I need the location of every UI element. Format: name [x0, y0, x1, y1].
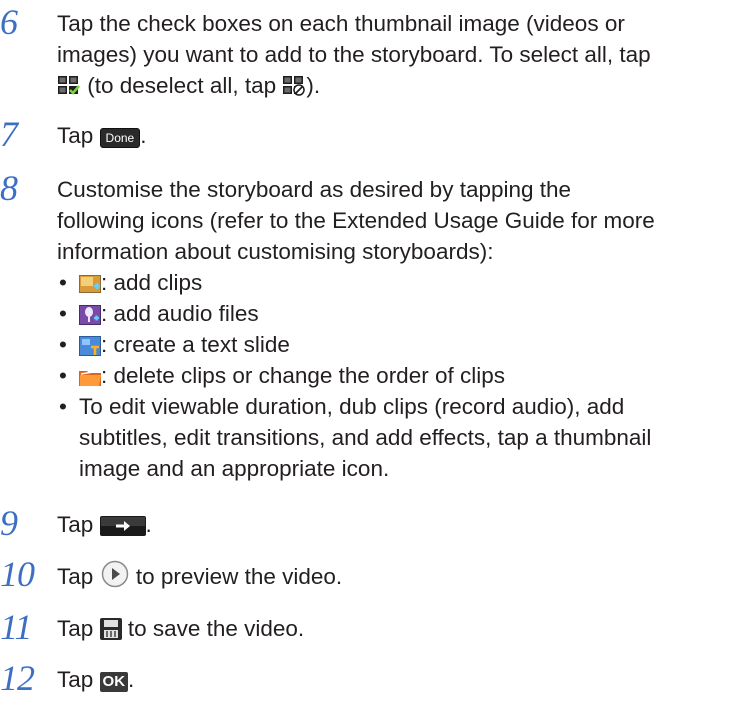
step-number: 6: [0, 2, 18, 42]
step-number: 10: [0, 554, 35, 594]
step-number: 11: [0, 607, 32, 647]
done-button[interactable]: Done: [99, 128, 141, 148]
list-item: : create a text slide: [57, 329, 717, 360]
step-number: 12: [0, 658, 35, 698]
step-text-line: following icons (refer to the Extended U…: [57, 208, 655, 233]
list-item: : delete clips or change the order of cl…: [57, 360, 717, 391]
list-item: To edit viewable duration, dub clips (re…: [57, 391, 717, 484]
icon-list: : add clips : add audio files: [57, 267, 717, 484]
add-clips-icon: [79, 274, 101, 294]
step-text: .: [140, 123, 147, 148]
select-all-icon: [57, 75, 81, 97]
step-text: .: [128, 667, 135, 692]
add-audio-icon: [79, 305, 101, 325]
step-text: .: [145, 512, 152, 537]
step-text: Tap: [57, 667, 94, 692]
step-text: to preview the video.: [135, 564, 343, 589]
list-item: : add audio files: [57, 298, 717, 329]
step-text-line: information about customising storyboard…: [57, 239, 494, 264]
folder-icon: [79, 367, 101, 387]
step-text: Tap: [57, 616, 94, 641]
text-slide-icon: [79, 336, 101, 356]
step-text-line: Customise the storyboard as desired by t…: [57, 177, 572, 202]
step-text: to save the video.: [127, 616, 305, 641]
step-text: Tap: [57, 512, 94, 537]
ok-button[interactable]: OK: [99, 672, 129, 692]
step-text: (to deselect all, tap: [87, 73, 277, 98]
list-item: : add clips: [57, 267, 717, 298]
play-icon[interactable]: [100, 560, 130, 588]
step-number: 8: [0, 168, 18, 208]
deselect-all-icon: [282, 75, 306, 97]
next-arrow-button[interactable]: [99, 516, 146, 536]
save-icon[interactable]: [99, 618, 122, 640]
step-number: 7: [0, 114, 18, 154]
manual-page: 6 Tap the check boxes on each thumbnail …: [0, 0, 729, 709]
step-text: Tap: [57, 123, 94, 148]
step-text-line: Tap the check boxes on each thumbnail im…: [57, 11, 625, 36]
step-text: Tap: [57, 564, 94, 589]
step-text-line: images) you want to add to the storyboar…: [57, 42, 651, 67]
step-number: 9: [0, 503, 18, 543]
step-text: ).: [306, 73, 321, 98]
